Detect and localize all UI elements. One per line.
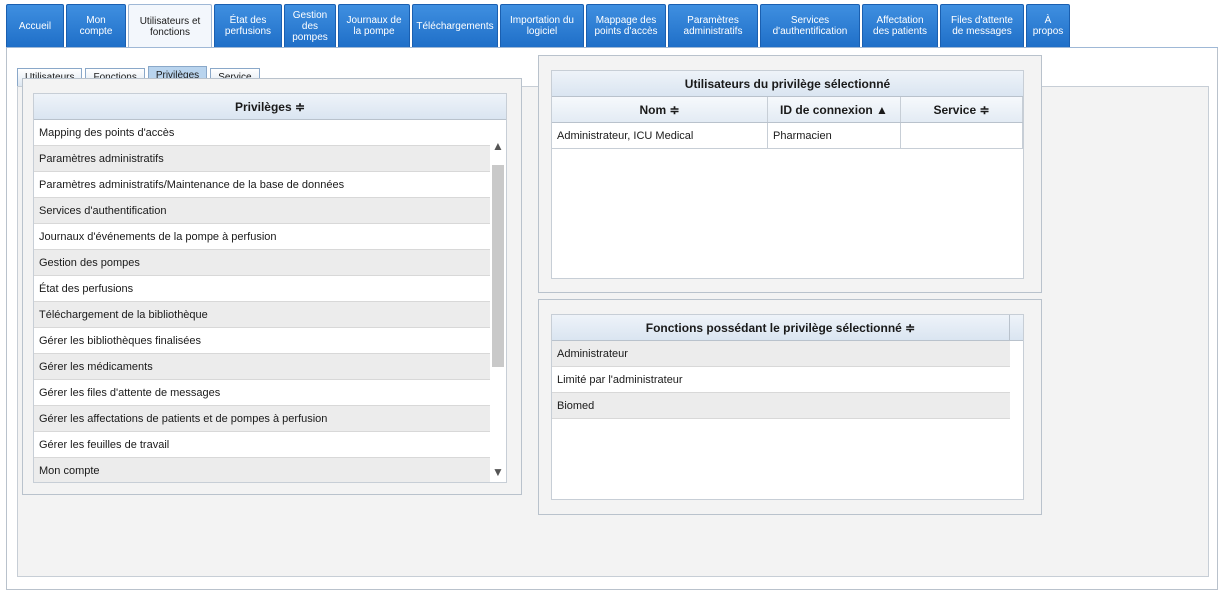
roles-table: Fonctions possédant le privilège sélecti…	[551, 314, 1024, 500]
table-cell: Pharmacien	[768, 123, 901, 148]
role-row[interactable]: Administrateur	[552, 341, 1010, 367]
scroll-down-icon[interactable]: ▼	[491, 465, 505, 479]
users-panel: Utilisateurs du privilège sélectionné No…	[538, 55, 1042, 293]
table-row[interactable]: Administrateur, ICU Medical Pharmacien	[552, 123, 1023, 149]
top-navigation: Accueil Mon compte Utilisateurs et fonctio…	[6, 4, 1218, 48]
table-cell: Administrateur, ICU Medical	[552, 123, 768, 148]
nav-tab[interactable]: Accueil	[6, 4, 64, 48]
nav-tab[interactable]: Services d'authentification	[760, 4, 860, 48]
privilege-row[interactable]: Téléchargement de la bibliothèque	[34, 302, 492, 328]
scroll-up-icon[interactable]: ▲	[491, 139, 505, 153]
nav-tab[interactable]: Gestion des pompes	[284, 4, 336, 48]
privilege-row[interactable]: Gérer les feuilles de travail	[34, 432, 492, 458]
privileges-list: Mapping des points d'accès Paramètres adm…	[34, 120, 506, 482]
privileges-panel: Privilèges ≑ Mapping des points d'accès P…	[22, 78, 522, 495]
privilege-row[interactable]: Paramètres administratifs	[34, 146, 492, 172]
privilege-row[interactable]: Journaux d'événements de la pompe à perf…	[34, 224, 492, 250]
roles-panel: Fonctions possédant le privilège sélecti…	[538, 299, 1042, 515]
users-column-headers: Nom ≑ ID de connexion ▲ Service ≑	[552, 97, 1023, 123]
privileges-scrollbar[interactable]: ▲ ▼	[490, 121, 506, 482]
role-row[interactable]: Biomed	[552, 393, 1010, 419]
nav-tab[interactable]: Téléchargements	[412, 4, 498, 48]
nav-tab[interactable]: Utilisateurs et fonctions	[128, 4, 212, 48]
privilege-row[interactable]: Paramètres administratifs/Maintenance de…	[34, 172, 492, 198]
column-service[interactable]: Service ≑	[901, 97, 1023, 122]
privilege-row[interactable]: Gérer les bibliothèques finalisées	[34, 328, 492, 354]
privilege-row[interactable]: Mapping des points d'accès	[34, 120, 492, 146]
nav-tab[interactable]: Mon compte	[66, 4, 126, 48]
users-table: Utilisateurs du privilège sélectionné No…	[551, 70, 1024, 279]
scroll-thumb[interactable]	[492, 165, 504, 367]
privilege-row[interactable]: Mon compte	[34, 458, 492, 482]
users-rows: Administrateur, ICU Medical Pharmacien	[552, 123, 1023, 149]
nav-tab[interactable]: À propos	[1026, 4, 1070, 48]
nav-tab[interactable]: Affectation des patients	[862, 4, 938, 48]
privilege-row[interactable]: Gérer les médicaments	[34, 354, 492, 380]
nav-tab[interactable]: Files d'attente de messages	[940, 4, 1024, 48]
column-nom[interactable]: Nom ≑	[552, 97, 768, 122]
nav-tab[interactable]: Mappage des points d'accès	[586, 4, 666, 48]
roles-header[interactable]: Fonctions possédant le privilège sélecti…	[552, 315, 1010, 340]
role-row[interactable]: Limité par l'administrateur	[552, 367, 1010, 393]
privilege-row[interactable]: Gestion des pompes	[34, 250, 492, 276]
nav-tab[interactable]: Importation du logiciel	[500, 4, 584, 48]
privileges-table: Privilèges ≑ Mapping des points d'accès P…	[33, 93, 507, 483]
nav-tab[interactable]: État des perfusions	[214, 4, 282, 48]
nav-tab[interactable]: Journaux de la pompe	[338, 4, 410, 48]
privilege-row[interactable]: Services d'authentification	[34, 198, 492, 224]
privileges-header[interactable]: Privilèges ≑	[34, 94, 506, 120]
table-cell	[901, 123, 1023, 148]
roles-header-row: Fonctions possédant le privilège sélecti…	[552, 315, 1023, 341]
roles-list: Administrateur Limité par l'administrateu…	[552, 341, 1023, 419]
column-id-connexion[interactable]: ID de connexion ▲	[768, 97, 901, 122]
privilege-row[interactable]: Gérer les affectations de patients et de…	[34, 406, 492, 432]
privilege-row[interactable]: État des perfusions	[34, 276, 492, 302]
users-panel-title: Utilisateurs du privilège sélectionné	[552, 71, 1023, 97]
privilege-row[interactable]: Gérer les files d'attente de messages	[34, 380, 492, 406]
nav-tab[interactable]: Paramètres administratifs	[668, 4, 758, 48]
